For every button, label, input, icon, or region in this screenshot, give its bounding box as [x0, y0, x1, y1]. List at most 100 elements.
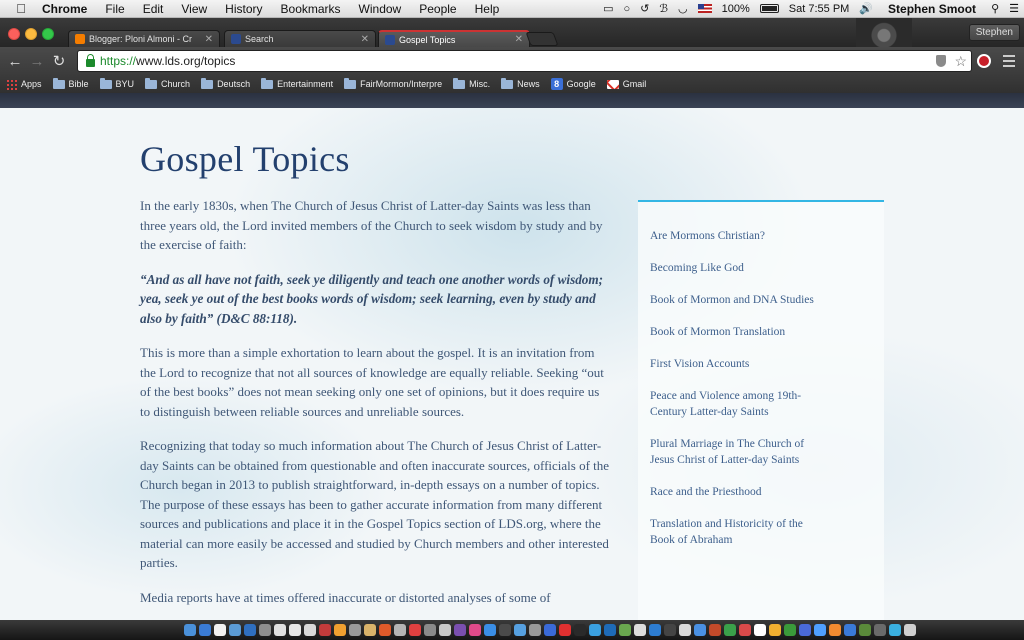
bookmark-apps[interactable]: Apps [6, 78, 42, 90]
volume-icon[interactable]: 🔊 [854, 2, 878, 15]
dock-app-icon[interactable] [379, 624, 391, 636]
dock-app-icon[interactable] [844, 624, 856, 636]
spotlight-search-icon[interactable]: ⚲ [986, 2, 1004, 15]
reload-icon[interactable]: ↻ [48, 52, 70, 70]
bookmark-star-icon[interactable]: ☆ [954, 53, 967, 70]
dock-app-icon[interactable] [259, 624, 271, 636]
dock-app-icon[interactable] [469, 624, 481, 636]
topic-link-peace-and-violence[interactable]: Peace and Violence among 19th-Century La… [650, 388, 820, 420]
user-name[interactable]: Stephen Smoot [878, 2, 986, 16]
window-minimize-button[interactable] [25, 28, 37, 40]
dock-app-icon[interactable] [889, 624, 901, 636]
menu-view[interactable]: View [172, 2, 216, 16]
window-zoom-button[interactable] [42, 28, 54, 40]
dock-app-icon[interactable] [829, 624, 841, 636]
bookmark-fairmormon[interactable]: FairMormon/Interpre [344, 77, 442, 89]
profile-button[interactable]: Stephen [968, 24, 1020, 41]
chat-icon[interactable]: ○ [619, 3, 636, 15]
dock-app-icon[interactable] [304, 624, 316, 636]
dock-app-icon[interactable] [184, 624, 196, 636]
clock[interactable]: Sat 7:55 PM [784, 3, 855, 15]
bookmark-entertainment[interactable]: Entertainment [261, 77, 333, 89]
dock-app-icon[interactable] [904, 624, 916, 636]
dock-app-icon[interactable] [514, 624, 526, 636]
dock-app-icon[interactable] [349, 624, 361, 636]
dock-app-icon[interactable] [559, 624, 571, 636]
tab-close-icon[interactable]: ✕ [361, 34, 369, 45]
dock-app-icon[interactable] [199, 624, 211, 636]
input-source-flag-icon[interactable] [693, 3, 717, 15]
lock-icon[interactable] [86, 54, 95, 67]
bluetooth-icon[interactable]: ℬ [654, 2, 673, 15]
topic-link-book-of-mormon-dna[interactable]: Book of Mormon and DNA Studies [650, 292, 820, 308]
dock-app-icon[interactable] [694, 624, 706, 636]
chrome-menu-icon[interactable] [1003, 55, 1015, 67]
dock-app-icon[interactable] [859, 624, 871, 636]
menu-file[interactable]: File [96, 2, 133, 16]
menu-people[interactable]: People [410, 2, 465, 16]
menu-history[interactable]: History [216, 2, 271, 16]
forward-arrow-icon[interactable]: → [26, 53, 48, 70]
dock-app-icon[interactable] [289, 624, 301, 636]
tab-search[interactable]: Search ✕ [224, 30, 376, 47]
dock-app-icon[interactable] [244, 624, 256, 636]
dock-app-icon[interactable] [769, 624, 781, 636]
dock-app-icon[interactable] [619, 624, 631, 636]
dock-app-icon[interactable] [574, 624, 586, 636]
menu-edit[interactable]: Edit [134, 2, 173, 16]
dock-app-icon[interactable] [214, 624, 226, 636]
topic-link-plural-marriage[interactable]: Plural Marriage in The Church of Jesus C… [650, 436, 820, 468]
dock-app-icon[interactable] [784, 624, 796, 636]
notification-center-icon[interactable]: ☰ [1004, 2, 1024, 15]
topic-link-are-mormons-christian[interactable]: Are Mormons Christian? [650, 228, 820, 244]
menu-window[interactable]: Window [350, 2, 411, 16]
privacy-shield-icon[interactable] [936, 55, 947, 67]
bookmark-deutsch[interactable]: Deutsch [201, 77, 250, 89]
dock-app-icon[interactable] [499, 624, 511, 636]
extension-icon[interactable] [977, 54, 991, 68]
dock-app-icon[interactable] [724, 624, 736, 636]
bookmark-byu[interactable]: BYU [99, 77, 134, 89]
back-arrow-icon[interactable]: ← [4, 53, 26, 70]
tab-close-icon[interactable]: ✕ [205, 34, 213, 45]
window-close-button[interactable] [8, 28, 20, 40]
dock-app-icon[interactable] [874, 624, 886, 636]
dock-app-icon[interactable] [589, 624, 601, 636]
dock-app-icon[interactable] [799, 624, 811, 636]
dock-app-icon[interactable] [274, 624, 286, 636]
dock-app-icon[interactable] [814, 624, 826, 636]
bookmark-google[interactable]: 8 Google [550, 78, 596, 90]
tab-gospel-topics[interactable]: Gospel Topics ✕ [378, 30, 530, 47]
bookmark-misc[interactable]: Misc. [453, 77, 490, 89]
tab-close-icon[interactable]: ✕ [515, 34, 523, 45]
topic-link-becoming-like-god[interactable]: Becoming Like God [650, 260, 820, 276]
dock-app-icon[interactable] [529, 624, 541, 636]
airplay-icon[interactable]: ▭ [598, 2, 618, 15]
dock-app-icon[interactable] [319, 624, 331, 636]
dock-app-icon[interactable] [394, 624, 406, 636]
dock-app-icon[interactable] [364, 624, 376, 636]
dock-app-icon[interactable] [634, 624, 646, 636]
dock-app-icon[interactable] [739, 624, 751, 636]
dock-app-icon[interactable] [454, 624, 466, 636]
apple-menu-icon[interactable]:  [14, 1, 28, 16]
bookmark-news[interactable]: News [501, 77, 540, 89]
battery-percent[interactable]: 100% [717, 3, 755, 15]
topic-link-book-of-mormon-translation[interactable]: Book of Mormon Translation [650, 324, 820, 340]
dock-app-icon[interactable] [229, 624, 241, 636]
dock-app-icon[interactable] [649, 624, 661, 636]
dock-app-icon[interactable] [754, 624, 766, 636]
dock-app-icon[interactable] [439, 624, 451, 636]
dock-app-icon[interactable] [484, 624, 496, 636]
bookmark-gmail[interactable]: Gmail [606, 79, 646, 89]
dock-app-icon[interactable] [424, 624, 436, 636]
dock-app-icon[interactable] [334, 624, 346, 636]
dock-app-icon[interactable] [409, 624, 421, 636]
dock-app-icon[interactable] [679, 624, 691, 636]
battery-icon[interactable] [755, 3, 784, 15]
topic-link-book-of-abraham[interactable]: Translation and Historicity of the Book … [650, 516, 820, 548]
dock-app-icon[interactable] [604, 624, 616, 636]
menu-bookmarks[interactable]: Bookmarks [272, 2, 350, 16]
time-machine-icon[interactable]: ↺ [635, 2, 654, 15]
address-bar[interactable]: https:// www.lds.org/topics ☆ [77, 50, 972, 72]
